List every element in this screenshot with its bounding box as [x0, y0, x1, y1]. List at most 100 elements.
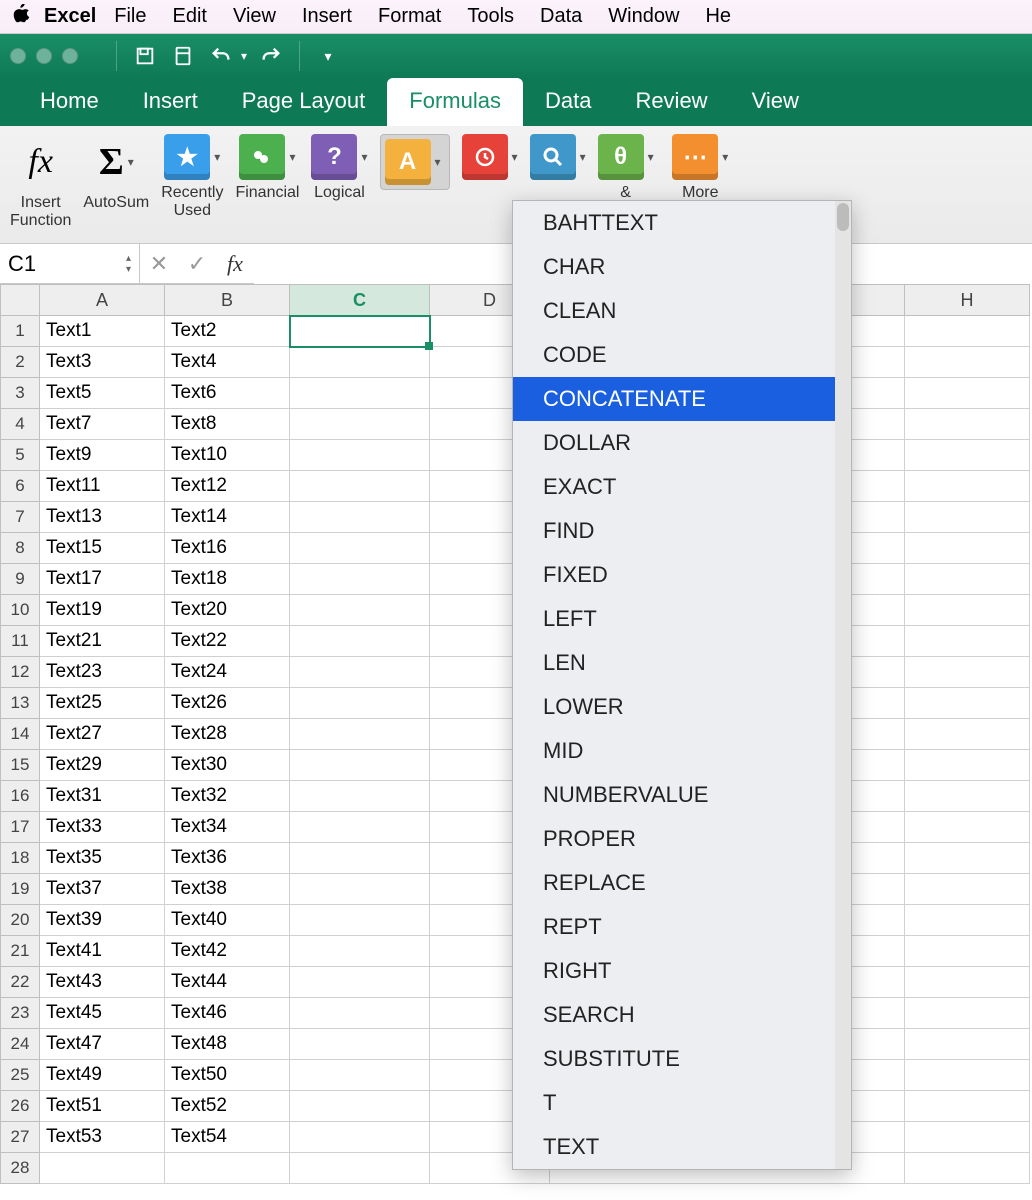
cell-B10[interactable]: Text20 — [165, 595, 290, 626]
logical-button[interactable]: ?▾ Logical — [311, 134, 367, 202]
cell-A4[interactable]: Text7 — [40, 409, 165, 440]
cell-C17[interactable] — [290, 812, 430, 843]
menu-insert[interactable]: Insert — [302, 5, 352, 28]
menu-tools[interactable]: Tools — [467, 5, 514, 28]
tab-page-layout[interactable]: Page Layout — [220, 78, 388, 126]
cell-A18[interactable]: Text35 — [40, 843, 165, 874]
cell-H21[interactable] — [905, 936, 1030, 967]
cell-B11[interactable]: Text22 — [165, 626, 290, 657]
cell-B12[interactable]: Text24 — [165, 657, 290, 688]
row-header-25[interactable]: 25 — [0, 1060, 40, 1091]
dropdown-item-numbervalue[interactable]: NUMBERVALUE — [513, 773, 851, 817]
cell-B24[interactable]: Text48 — [165, 1029, 290, 1060]
cell-B5[interactable]: Text10 — [165, 440, 290, 471]
cell-H26[interactable] — [905, 1091, 1030, 1122]
cell-C6[interactable] — [290, 471, 430, 502]
tab-review[interactable]: Review — [613, 78, 729, 126]
dropdown-item-len[interactable]: LEN — [513, 641, 851, 685]
cell-H6[interactable] — [905, 471, 1030, 502]
text-button-active[interactable]: A▾ — [380, 134, 450, 212]
cell-B1[interactable]: Text2 — [165, 316, 290, 347]
undo-icon[interactable] — [207, 42, 235, 70]
menu-data[interactable]: Data — [540, 5, 582, 28]
cell-A12[interactable]: Text23 — [40, 657, 165, 688]
cell-B26[interactable]: Text52 — [165, 1091, 290, 1122]
cell-B23[interactable]: Text46 — [165, 998, 290, 1029]
dropdown-item-find[interactable]: FIND — [513, 509, 851, 553]
cell-A19[interactable]: Text37 — [40, 874, 165, 905]
accept-formula-icon[interactable]: ✓ — [178, 244, 216, 284]
row-header-1[interactable]: 1 — [0, 316, 40, 347]
cell-C21[interactable] — [290, 936, 430, 967]
cell-H10[interactable] — [905, 595, 1030, 626]
tab-view[interactable]: View — [730, 78, 821, 126]
cell-B17[interactable]: Text34 — [165, 812, 290, 843]
row-header-14[interactable]: 14 — [0, 719, 40, 750]
dropdown-item-concatenate[interactable]: CONCATENATE — [513, 377, 851, 421]
financial-button[interactable]: ▾ Financial — [235, 134, 299, 202]
cell-C26[interactable] — [290, 1091, 430, 1122]
cell-B2[interactable]: Text4 — [165, 347, 290, 378]
cell-H16[interactable] — [905, 781, 1030, 812]
cell-C8[interactable] — [290, 533, 430, 564]
row-header-9[interactable]: 9 — [0, 564, 40, 595]
redo-icon[interactable] — [257, 42, 285, 70]
row-header-17[interactable]: 17 — [0, 812, 40, 843]
dropdown-scrollbar[interactable] — [835, 201, 851, 1169]
cell-B4[interactable]: Text8 — [165, 409, 290, 440]
dropdown-item-right[interactable]: RIGHT — [513, 949, 851, 993]
dropdown-item-proper[interactable]: PROPER — [513, 817, 851, 861]
row-header-4[interactable]: 4 — [0, 409, 40, 440]
cell-H12[interactable] — [905, 657, 1030, 688]
cell-B27[interactable]: Text54 — [165, 1122, 290, 1153]
cell-H28[interactable] — [905, 1153, 1030, 1184]
cell-A1[interactable]: Text1 — [40, 316, 165, 347]
cell-H1[interactable] — [905, 316, 1030, 347]
tab-insert[interactable]: Insert — [121, 78, 220, 126]
minimize-window-icon[interactable] — [36, 48, 52, 64]
row-header-19[interactable]: 19 — [0, 874, 40, 905]
cell-H7[interactable] — [905, 502, 1030, 533]
cell-C13[interactable] — [290, 688, 430, 719]
cell-C5[interactable] — [290, 440, 430, 471]
cell-A17[interactable]: Text33 — [40, 812, 165, 843]
dropdown-item-mid[interactable]: MID — [513, 729, 851, 773]
menu-help-cut[interactable]: He — [705, 5, 731, 28]
cell-A27[interactable]: Text53 — [40, 1122, 165, 1153]
cell-H18[interactable] — [905, 843, 1030, 874]
fx-label[interactable]: fx — [216, 244, 254, 284]
cell-B19[interactable]: Text38 — [165, 874, 290, 905]
cell-H8[interactable] — [905, 533, 1030, 564]
menu-file[interactable]: File — [114, 5, 146, 28]
cell-B14[interactable]: Text28 — [165, 719, 290, 750]
row-header-24[interactable]: 24 — [0, 1029, 40, 1060]
cell-H25[interactable] — [905, 1060, 1030, 1091]
cell-B28[interactable] — [165, 1153, 290, 1184]
cell-C20[interactable] — [290, 905, 430, 936]
cell-C28[interactable] — [290, 1153, 430, 1184]
row-header-28[interactable]: 28 — [0, 1153, 40, 1184]
cell-H5[interactable] — [905, 440, 1030, 471]
cell-A16[interactable]: Text31 — [40, 781, 165, 812]
name-box[interactable]: C1 ▴▾ — [0, 244, 140, 284]
row-header-2[interactable]: 2 — [0, 347, 40, 378]
cell-A26[interactable]: Text51 — [40, 1091, 165, 1122]
cell-A22[interactable]: Text43 — [40, 967, 165, 998]
cell-A15[interactable]: Text29 — [40, 750, 165, 781]
row-header-20[interactable]: 20 — [0, 905, 40, 936]
cell-C7[interactable] — [290, 502, 430, 533]
cell-B7[interactable]: Text14 — [165, 502, 290, 533]
cell-A5[interactable]: Text9 — [40, 440, 165, 471]
cell-H19[interactable] — [905, 874, 1030, 905]
cell-H14[interactable] — [905, 719, 1030, 750]
insert-function-button[interactable]: fx Insert Function — [10, 134, 71, 229]
cell-H9[interactable] — [905, 564, 1030, 595]
cell-A9[interactable]: Text17 — [40, 564, 165, 595]
print-icon[interactable] — [169, 42, 197, 70]
cell-H4[interactable] — [905, 409, 1030, 440]
row-header-8[interactable]: 8 — [0, 533, 40, 564]
name-box-dropdown-icon[interactable]: ▴▾ — [126, 253, 131, 275]
row-header-11[interactable]: 11 — [0, 626, 40, 657]
dropdown-item-lower[interactable]: LOWER — [513, 685, 851, 729]
dropdown-item-rept[interactable]: REPT — [513, 905, 851, 949]
